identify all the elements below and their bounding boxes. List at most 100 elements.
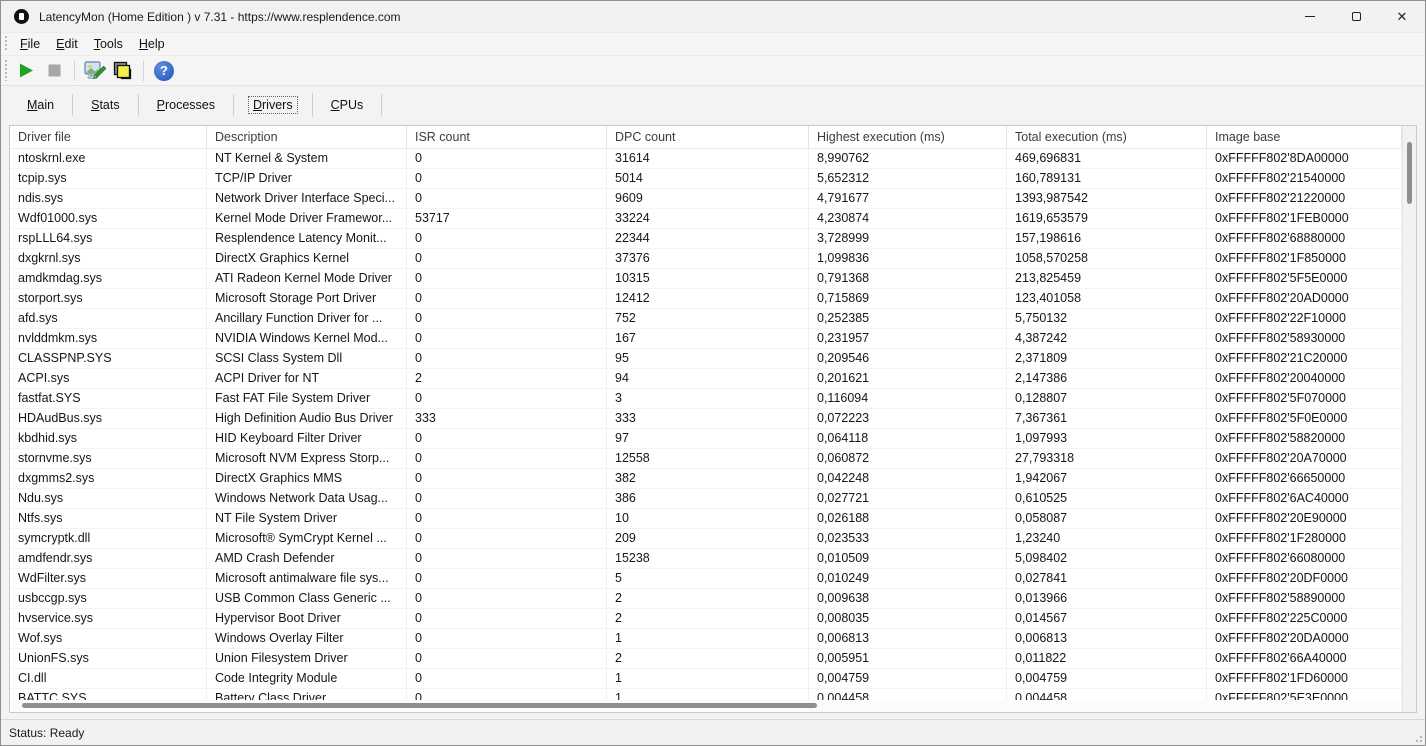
cell-dpc-count: 94 <box>607 369 809 388</box>
copy-button[interactable] <box>109 58 137 84</box>
tab-stats[interactable]: Stats <box>73 94 139 116</box>
cell-highest-execution: 8,990762 <box>809 149 1007 168</box>
vertical-scrollbar[interactable] <box>1402 126 1416 712</box>
table-row[interactable]: Wdf01000.sys Kernel Mode Driver Framewor… <box>10 209 1402 229</box>
cell-description: ATI Radeon Kernel Mode Driver <box>207 269 407 288</box>
cell-highest-execution: 0,008035 <box>809 609 1007 628</box>
cell-description: NVIDIA Windows Kernel Mod... <box>207 329 407 348</box>
cell-driver-file: kbdhid.sys <box>10 429 207 448</box>
table-row[interactable]: Ntfs.sys NT File System Driver 0 10 0,02… <box>10 509 1402 529</box>
cell-driver-file: CI.dll <box>10 669 207 688</box>
table-row[interactable]: fastfat.SYS Fast FAT File System Driver … <box>10 389 1402 409</box>
table-row[interactable]: symcryptk.dll Microsoft® SymCrypt Kernel… <box>10 529 1402 549</box>
table-row[interactable]: hvservice.sys Hypervisor Boot Driver 0 2… <box>10 609 1402 629</box>
table-row[interactable]: CLASSPNP.SYS SCSI Class System Dll 0 95 … <box>10 349 1402 369</box>
resize-grip[interactable] <box>1411 731 1423 743</box>
tab-drivers[interactable]: Drivers <box>234 93 313 117</box>
cell-image-base: 0xFFFFF802'58930000 <box>1207 329 1402 348</box>
table-row[interactable]: dxgkrnl.sys DirectX Graphics Kernel 0 37… <box>10 249 1402 269</box>
tab-main[interactable]: Main <box>9 94 73 116</box>
table-row[interactable]: kbdhid.sys HID Keyboard Filter Driver 0 … <box>10 429 1402 449</box>
table-row[interactable]: amdfendr.sys AMD Crash Defender 0 15238 … <box>10 549 1402 569</box>
stop-monitor-button[interactable] <box>40 58 68 84</box>
cell-highest-execution: 0,004458 <box>809 689 1007 700</box>
table-row[interactable]: UnionFS.sys Union Filesystem Driver 0 2 … <box>10 649 1402 669</box>
table-row[interactable]: dxgmms2.sys DirectX Graphics MMS 0 382 0… <box>10 469 1402 489</box>
table-row[interactable]: HDAudBus.sys High Definition Audio Bus D… <box>10 409 1402 429</box>
cell-image-base: 0xFFFFF802'66080000 <box>1207 549 1402 568</box>
cell-dpc-count: 1 <box>607 669 809 688</box>
cell-image-base: 0xFFFFF802'20E90000 <box>1207 509 1402 528</box>
vertical-scrollbar-thumb[interactable] <box>1407 142 1412 204</box>
column-header-description[interactable]: Description <box>207 126 407 148</box>
column-header-driver-file[interactable]: Driver file <box>10 126 207 148</box>
cell-highest-execution: 0,010249 <box>809 569 1007 588</box>
cell-driver-file: rspLLL64.sys <box>10 229 207 248</box>
close-button[interactable]: ✕ <box>1379 1 1425 32</box>
cell-highest-execution: 0,042248 <box>809 469 1007 488</box>
menu-edit[interactable]: Edit <box>48 35 86 53</box>
table-row[interactable]: storport.sys Microsoft Storage Port Driv… <box>10 289 1402 309</box>
table-row[interactable]: tcpip.sys TCP/IP Driver 0 5014 5,652312 … <box>10 169 1402 189</box>
table-row[interactable]: ntoskrnl.exe NT Kernel & System 0 31614 … <box>10 149 1402 169</box>
cell-image-base: 0xFFFFF802'66A40000 <box>1207 649 1402 668</box>
cell-driver-file: Ndu.sys <box>10 489 207 508</box>
table-row[interactable]: ACPI.sys ACPI Driver for NT 2 94 0,20162… <box>10 369 1402 389</box>
start-monitor-button[interactable] <box>12 58 40 84</box>
table-row[interactable]: amdkmdag.sys ATI Radeon Kernel Mode Driv… <box>10 269 1402 289</box>
cell-isr-count: 0 <box>407 669 607 688</box>
rebar-gripper[interactable] <box>5 60 7 80</box>
table-row[interactable]: CI.dll Code Integrity Module 0 1 0,00475… <box>10 669 1402 689</box>
table-row[interactable]: rspLLL64.sys Resplendence Latency Monit.… <box>10 229 1402 249</box>
cell-driver-file: dxgmms2.sys <box>10 469 207 488</box>
tab-cpus[interactable]: CPUs <box>313 94 383 116</box>
column-header-isr-count[interactable]: ISR count <box>407 126 607 148</box>
table-row[interactable]: BATTC.SYS Battery Class Driver 0 1 0,004… <box>10 689 1402 700</box>
menu-tools[interactable]: Tools <box>86 35 131 53</box>
cell-dpc-count: 12412 <box>607 289 809 308</box>
table-row[interactable]: stornvme.sys Microsoft NVM Express Storp… <box>10 449 1402 469</box>
table-row[interactable]: Ndu.sys Windows Network Data Usag... 0 3… <box>10 489 1402 509</box>
column-header-image-base[interactable]: Image base <box>1207 126 1402 148</box>
minimize-button[interactable] <box>1287 1 1333 32</box>
cell-total-execution: 0,004458 <box>1007 689 1207 700</box>
horizontal-scrollbar[interactable] <box>10 700 1402 712</box>
table-row[interactable]: Wof.sys Windows Overlay Filter 0 1 0,006… <box>10 629 1402 649</box>
menu-help[interactable]: Help <box>131 35 173 53</box>
title-bar[interactable]: LatencyMon (Home Edition ) v 7.31 - http… <box>1 1 1425 32</box>
cell-dpc-count: 1 <box>607 689 809 700</box>
cell-isr-count: 0 <box>407 589 607 608</box>
cell-dpc-count: 5 <box>607 569 809 588</box>
cell-total-execution: 1619,653579 <box>1007 209 1207 228</box>
cell-description: Fast FAT File System Driver <box>207 389 407 408</box>
column-header-highest-execution[interactable]: Highest execution (ms) <box>809 126 1007 148</box>
table-row[interactable]: usbccgp.sys USB Common Class Generic ...… <box>10 589 1402 609</box>
menu-file[interactable]: File <box>12 35 48 53</box>
tab-processes[interactable]: Processes <box>139 94 234 116</box>
minimize-icon <box>1305 16 1315 17</box>
table-row[interactable]: nvlddmkm.sys NVIDIA Windows Kernel Mod..… <box>10 329 1402 349</box>
cell-total-execution: 0,006813 <box>1007 629 1207 648</box>
table-row[interactable]: ndis.sys Network Driver Interface Speci.… <box>10 189 1402 209</box>
copy-pages-icon <box>112 60 134 82</box>
cell-total-execution: 4,387242 <box>1007 329 1207 348</box>
help-button[interactable]: ? <box>150 58 178 84</box>
column-header-dpc-count[interactable]: DPC count <box>607 126 809 148</box>
cell-highest-execution: 0,006813 <box>809 629 1007 648</box>
cell-driver-file: amdfendr.sys <box>10 549 207 568</box>
cell-image-base: 0xFFFFF802'20DA0000 <box>1207 629 1402 648</box>
cell-highest-execution: 0,201621 <box>809 369 1007 388</box>
maximize-button[interactable] <box>1333 1 1379 32</box>
table-row[interactable]: afd.sys Ancillary Function Driver for ..… <box>10 309 1402 329</box>
cell-description: USB Common Class Generic ... <box>207 589 407 608</box>
cell-image-base: 0xFFFFF802'20040000 <box>1207 369 1402 388</box>
cell-isr-count: 0 <box>407 529 607 548</box>
cell-dpc-count: 333 <box>607 409 809 428</box>
rebar-gripper[interactable] <box>5 36 7 51</box>
report-button[interactable] <box>81 58 109 84</box>
cell-driver-file: usbccgp.sys <box>10 589 207 608</box>
column-header-total-execution[interactable]: Total execution (ms) <box>1007 126 1207 148</box>
cell-total-execution: 1,23240 <box>1007 529 1207 548</box>
horizontal-scrollbar-thumb[interactable] <box>22 703 817 708</box>
table-row[interactable]: WdFilter.sys Microsoft antimalware file … <box>10 569 1402 589</box>
